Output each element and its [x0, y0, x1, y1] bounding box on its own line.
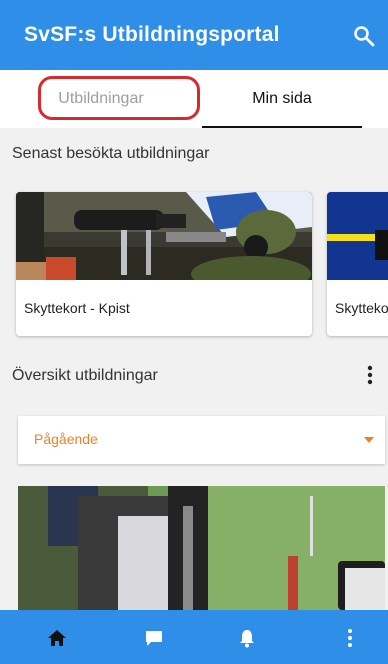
card-image [327, 192, 388, 280]
chat-icon[interactable] [143, 627, 165, 649]
recent-card[interactable]: Skyttekort - Kpist [16, 192, 312, 336]
home-icon[interactable] [46, 627, 68, 649]
recent-card[interactable]: Skyttekort [327, 192, 388, 336]
tab-min-sida[interactable]: Min sida [202, 70, 362, 128]
card-image [16, 192, 312, 280]
filter-value: Pågående [34, 431, 98, 447]
caret-down-icon [364, 437, 374, 443]
tab-label: Utbildningar [58, 90, 144, 107]
tab-bar: Utbildningar Min sida [0, 70, 388, 128]
status-filter-dropdown[interactable]: Pågående [18, 416, 385, 464]
more-vertical-icon[interactable] [362, 364, 378, 386]
tab-label: Min sida [252, 90, 312, 107]
overview-section-title: Översikt utbildningar [12, 367, 158, 384]
card-label: Skyttekort [335, 300, 388, 316]
recent-section-title: Senast besökta utbildningar [12, 145, 210, 162]
card-label: Skyttekort - Kpist [24, 300, 130, 316]
more-vertical-icon[interactable] [339, 627, 361, 649]
course-image[interactable] [18, 486, 385, 610]
app-screen: SvSF:s Utbildningsportal Utbildningar Mi… [0, 0, 388, 664]
search-icon[interactable] [352, 24, 376, 48]
tab-utbildningar[interactable]: Utbildningar [0, 70, 202, 128]
bottom-navigation [0, 610, 388, 664]
app-title: SvSF:s Utbildningsportal [24, 23, 280, 46]
bell-icon[interactable] [236, 627, 258, 649]
app-bar: SvSF:s Utbildningsportal [0, 0, 388, 70]
